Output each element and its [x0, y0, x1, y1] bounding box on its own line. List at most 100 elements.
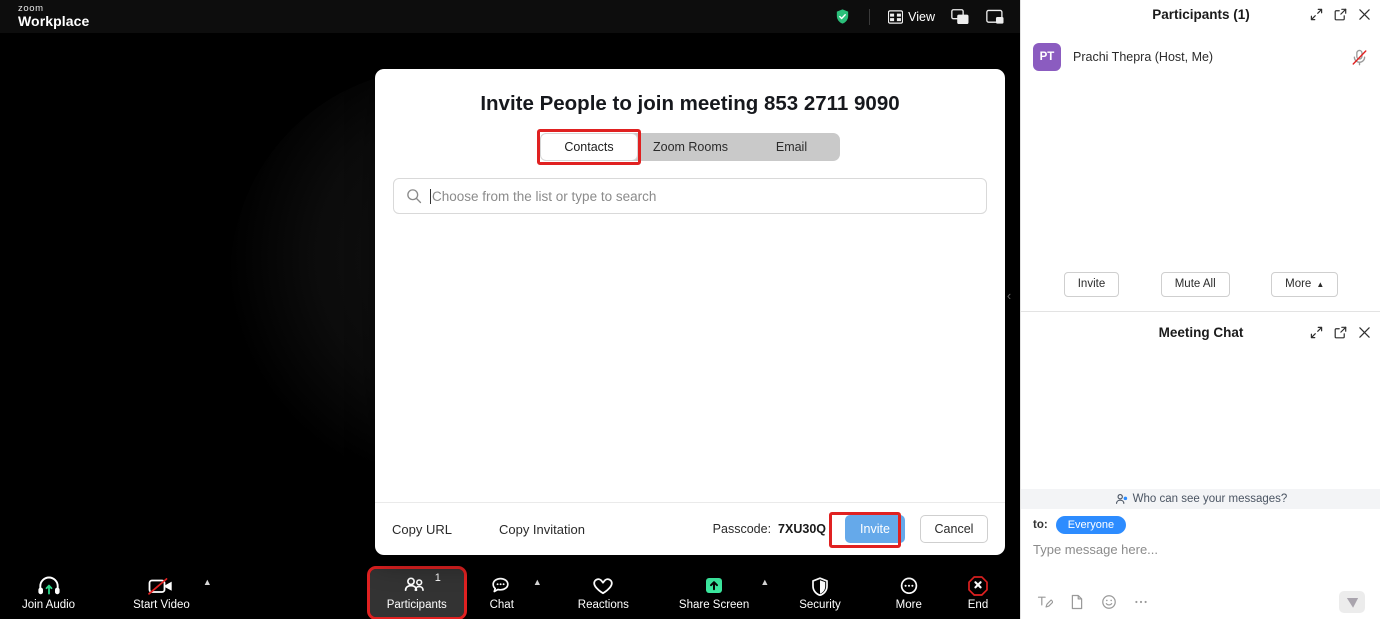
share-screen-label: Share Screen	[678, 599, 750, 612]
search-input-placeholder: Choose from the list or type to search	[430, 188, 657, 204]
participants-panel: Participants (1) PT Prachi Thepra (Host,…	[1021, 0, 1380, 310]
chat-button[interactable]: ▲ Chat	[474, 569, 542, 617]
participants-panel-icons	[1310, 0, 1371, 28]
chat-to-label: to:	[1033, 519, 1048, 531]
reactions-button[interactable]: Reactions	[570, 569, 637, 617]
view-button[interactable]: View	[881, 4, 942, 30]
tab-zoom-rooms[interactable]: Zoom Rooms	[638, 133, 743, 161]
window-titlebar: zoom Workplace View	[0, 0, 1020, 33]
participants-action-buttons: Invite Mute All More ▲	[1021, 258, 1380, 310]
panel-invite-button[interactable]: Invite	[1063, 271, 1120, 297]
chevron-up-icon: ▲	[1316, 279, 1325, 289]
titlebar-actions: View	[827, 0, 1012, 33]
reactions-label: Reactions	[577, 599, 629, 612]
security-button[interactable]: Security	[791, 569, 849, 617]
tab-zoom-rooms-label: Zoom Rooms	[652, 140, 729, 154]
chat-message-input[interactable]: Type message here...	[1021, 534, 1380, 557]
send-icon[interactable]	[1339, 591, 1365, 613]
chat-toolbar	[1021, 585, 1380, 619]
close-icon[interactable]	[1358, 8, 1371, 21]
people-icon	[1115, 493, 1128, 506]
tab-contacts[interactable]: Contacts	[540, 133, 638, 161]
speaker-view-icon[interactable]	[979, 4, 1012, 30]
participants-label: Participants	[386, 599, 447, 612]
meeting-controls-toolbar: Join Audio ▲ Start Video 1 Participants …	[0, 566, 1020, 619]
passcode-label: Passcode:	[712, 522, 772, 536]
minimize-icon[interactable]	[1310, 8, 1323, 21]
chat-icon	[491, 574, 513, 596]
popout-icon[interactable]	[1334, 326, 1347, 339]
copy-invitation-button[interactable]: Copy Invitation	[499, 522, 585, 537]
share-screen-button[interactable]: ▲ Share Screen	[671, 569, 769, 617]
start-video-label: Start Video	[133, 599, 190, 612]
video-options-chevron-icon[interactable]: ▲	[203, 577, 212, 587]
more-dots-icon[interactable]	[1133, 594, 1149, 610]
video-off-icon	[147, 574, 175, 596]
chat-message-list	[1021, 346, 1380, 489]
mic-muted-icon[interactable]	[1350, 48, 1369, 67]
end-call-label: End	[967, 599, 989, 612]
dialog-title: Invite People to join meeting 853 2711 9…	[480, 92, 900, 115]
titlebar-divider	[869, 8, 871, 25]
chat-panel-header: Meeting Chat	[1021, 318, 1380, 346]
participant-name: Prachi Thepra (Host, Me)	[1073, 50, 1214, 64]
invite-tabs-container: Contacts Zoom Rooms Email	[375, 129, 1005, 165]
mute-all-label: Mute All	[1174, 278, 1216, 290]
file-icon[interactable]	[1069, 594, 1085, 610]
tab-contacts-label: Contacts	[564, 140, 614, 154]
invite-button[interactable]: Invite	[845, 515, 905, 543]
participant-list-item[interactable]: PT Prachi Thepra (Host, Me)	[1021, 37, 1380, 77]
start-video-button[interactable]: ▲ Start Video	[125, 569, 212, 617]
emoji-icon[interactable]	[1101, 594, 1117, 610]
participants-panel-header: Participants (1)	[1021, 0, 1380, 28]
chat-options-chevron-icon[interactable]: ▲	[533, 577, 542, 587]
close-icon[interactable]	[1358, 326, 1371, 339]
search-input[interactable]: Choose from the list or type to search	[393, 178, 987, 214]
more-icon	[898, 574, 920, 596]
text-cursor	[430, 188, 431, 204]
chat-label: Chat	[489, 599, 514, 612]
popout-icon[interactable]	[1334, 8, 1347, 21]
right-side-panels: Participants (1) PT Prachi Thepra (Host,…	[1020, 0, 1380, 619]
participants-more-button[interactable]: More ▲	[1271, 271, 1339, 297]
end-call-button[interactable]: End	[950, 569, 1006, 617]
share-screen-icon	[701, 574, 727, 596]
brand-workplace-text: Workplace	[18, 13, 90, 30]
search-icon	[406, 188, 422, 204]
security-icon	[809, 574, 831, 597]
gallery-view-icon[interactable]	[944, 4, 977, 30]
invite-tabs: Contacts Zoom Rooms Email	[537, 129, 840, 165]
search-row: Choose from the list or type to search	[375, 178, 1005, 214]
cancel-button[interactable]: Cancel	[920, 515, 988, 543]
participants-count-badge: 1	[434, 572, 441, 584]
end-call-icon	[967, 574, 989, 597]
contacts-list-area	[375, 214, 1005, 502]
share-options-chevron-icon[interactable]: ▲	[760, 577, 769, 587]
invite-people-dialog: Invite People to join meeting 853 2711 9…	[375, 69, 1005, 555]
participants-more-label: More	[1285, 278, 1312, 290]
join-audio-button[interactable]: Join Audio	[14, 569, 83, 617]
search-placeholder-text: Choose from the list or type to search	[432, 188, 657, 204]
copy-url-button[interactable]: Copy URL	[392, 522, 452, 537]
minimize-icon[interactable]	[1310, 326, 1323, 339]
meeting-chat-panel: Meeting Chat Who can see your messages? …	[1021, 311, 1380, 619]
participants-button[interactable]: 1 Participants	[366, 566, 467, 619]
who-can-see-banner[interactable]: Who can see your messages?	[1021, 489, 1380, 509]
more-button[interactable]: More	[881, 569, 937, 617]
zoom-meeting-window: zoom Workplace View ‹ Join Audio ▲ Start…	[0, 0, 1380, 619]
dialog-footer: Copy URL Copy Invitation Passcode: 7XU30…	[375, 502, 1005, 555]
security-label: Security	[799, 599, 841, 612]
format-text-icon[interactable]	[1037, 594, 1053, 610]
zoom-workplace-logo: zoom Workplace	[18, 4, 89, 29]
grid-icon	[888, 9, 904, 24]
meeting-area: zoom Workplace View ‹ Join Audio ▲ Start…	[0, 0, 1020, 619]
passcode-value: 7XU30Q	[778, 522, 826, 536]
tab-email[interactable]: Email	[743, 133, 840, 161]
panel-invite-label: Invite	[1077, 278, 1106, 290]
reactions-icon	[591, 574, 615, 596]
participants-icon	[402, 574, 432, 596]
mute-all-button[interactable]: Mute All	[1160, 271, 1230, 297]
chat-recipient-selector[interactable]: Everyone	[1055, 516, 1127, 534]
shield-check-icon[interactable]	[827, 4, 858, 30]
participants-panel-title: Participants (1)	[1152, 6, 1250, 22]
